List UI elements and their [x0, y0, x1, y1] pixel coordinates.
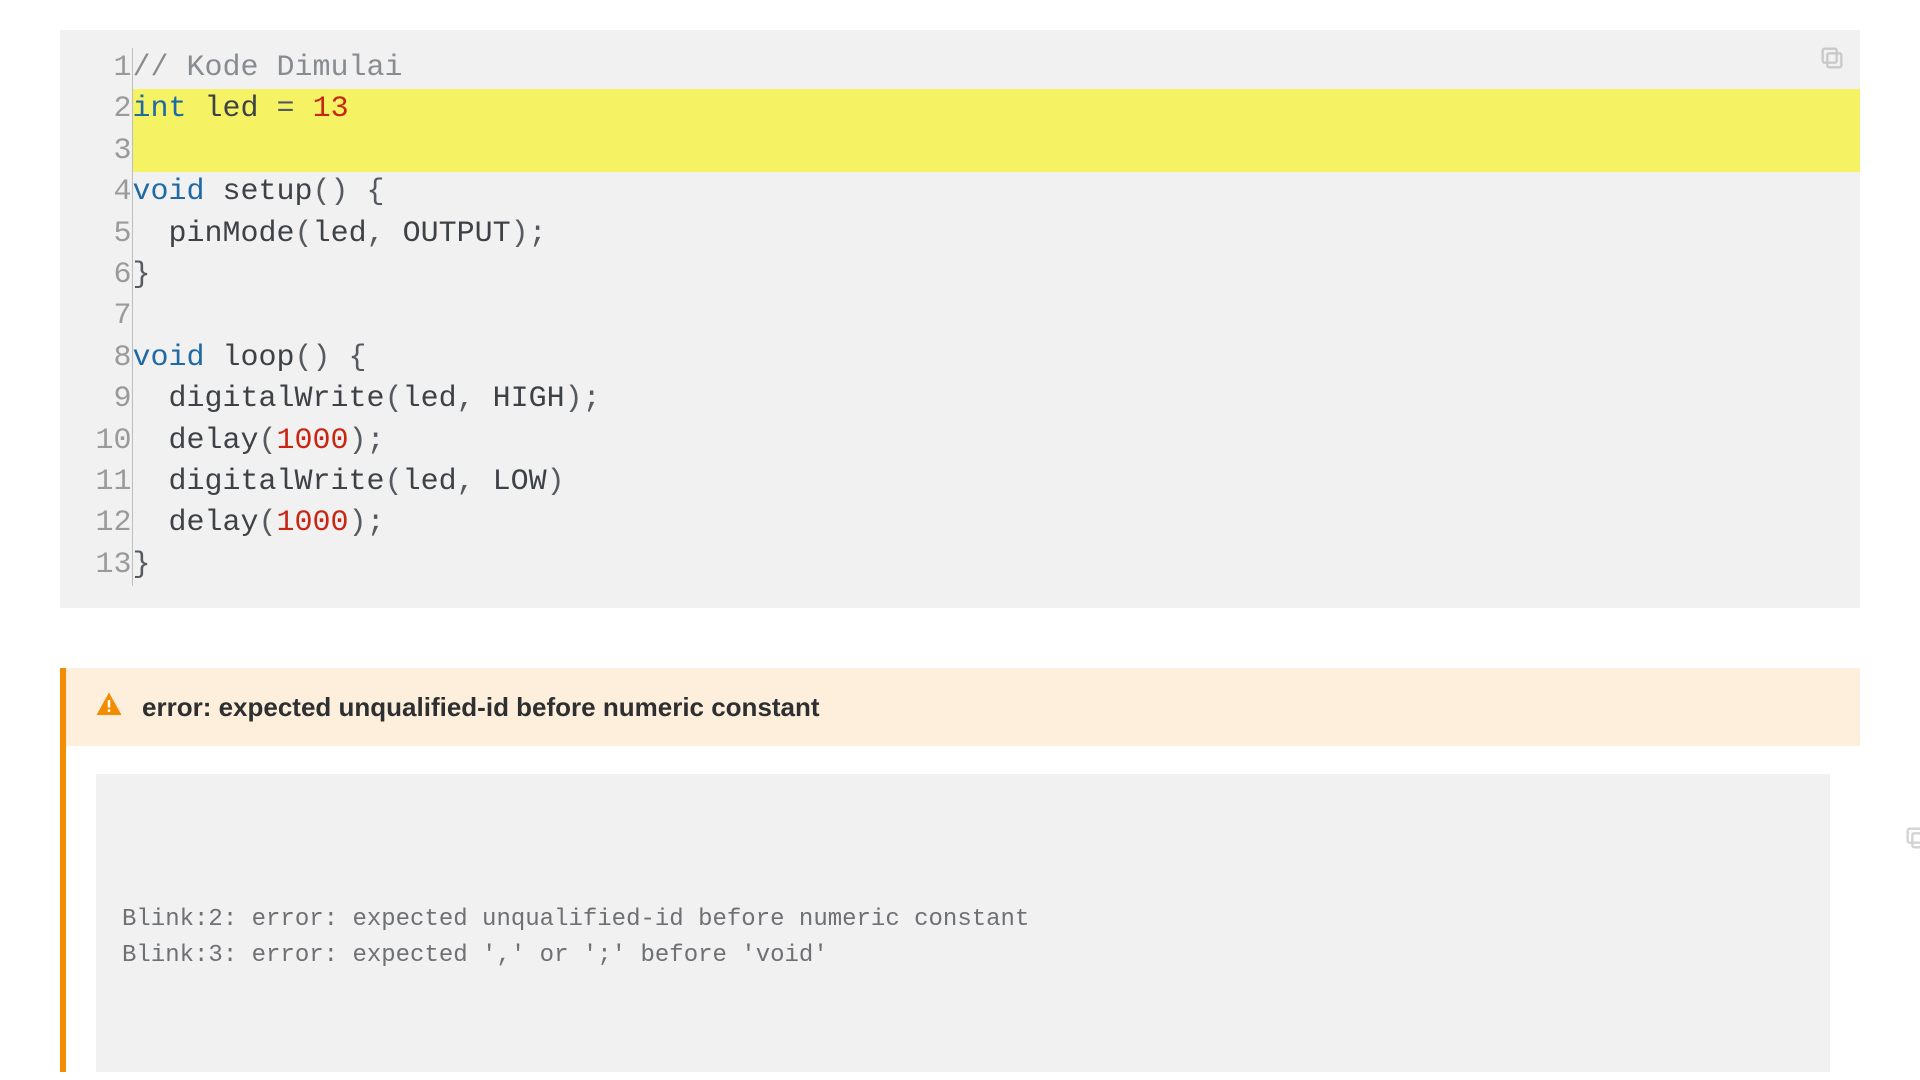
line-content: void setup() {	[132, 172, 1860, 213]
line-number: 13	[60, 545, 132, 586]
copy-code-button[interactable]	[1818, 44, 1846, 72]
error-body-wrap: Blink:2: error: expected unqualified-id …	[66, 746, 1860, 1072]
code-line: 6}	[60, 255, 1860, 296]
error-line: Blink:3: error: expected ',' or ';' befo…	[122, 938, 1804, 974]
code-line: 12 delay(1000);	[60, 503, 1860, 544]
line-content: void loop() {	[132, 338, 1860, 379]
line-content: int led = 13	[132, 89, 1860, 130]
line-content: }	[132, 255, 1860, 296]
error-title: error: expected unqualified-id before nu…	[142, 692, 820, 723]
line-number: 6	[60, 255, 132, 296]
error-line: Blink:2: error: expected unqualified-id …	[122, 902, 1804, 938]
error-header: error: expected unqualified-id before nu…	[66, 668, 1860, 746]
line-number: 8	[60, 338, 132, 379]
code-line: 4void setup() {	[60, 172, 1860, 213]
line-content: delay(1000);	[132, 421, 1860, 462]
line-number: 7	[60, 296, 132, 337]
line-content: // Kode Dimulai	[132, 48, 1860, 89]
code-line: 3	[60, 131, 1860, 172]
line-number: 9	[60, 379, 132, 420]
code-line: 2int led = 13	[60, 89, 1860, 130]
line-content: digitalWrite(led, HIGH);	[132, 379, 1860, 420]
code-line: 13}	[60, 545, 1860, 586]
line-number: 12	[60, 503, 132, 544]
code-line: 8void loop() {	[60, 338, 1860, 379]
line-number: 2	[60, 89, 132, 130]
error-panel: error: expected unqualified-id before nu…	[60, 668, 1860, 1072]
code-line: 5 pinMode(led, OUTPUT);	[60, 214, 1860, 255]
copy-error-button[interactable]	[1788, 788, 1816, 816]
warning-icon	[94, 690, 124, 724]
line-content: delay(1000);	[132, 503, 1860, 544]
code-line: 1// Kode Dimulai	[60, 48, 1860, 89]
line-number: 5	[60, 214, 132, 255]
line-number: 4	[60, 172, 132, 213]
line-number: 3	[60, 131, 132, 172]
line-number: 1	[60, 48, 132, 89]
line-content	[132, 131, 1860, 172]
error-body: Blink:2: error: expected unqualified-id …	[96, 774, 1830, 1072]
code-table: 1// Kode Dimulai2int led = 133 4void set…	[60, 48, 1860, 586]
line-number: 10	[60, 421, 132, 462]
code-block: 1// Kode Dimulai2int led = 133 4void set…	[60, 30, 1860, 608]
line-content	[132, 296, 1860, 337]
line-content: }	[132, 545, 1860, 586]
code-line: 11 digitalWrite(led, LOW)	[60, 462, 1860, 503]
line-content: pinMode(led, OUTPUT);	[132, 214, 1860, 255]
code-line: 7	[60, 296, 1860, 337]
line-number: 11	[60, 462, 132, 503]
line-content: digitalWrite(led, LOW)	[132, 462, 1860, 503]
code-line: 9 digitalWrite(led, HIGH);	[60, 379, 1860, 420]
code-line: 10 delay(1000);	[60, 421, 1860, 462]
